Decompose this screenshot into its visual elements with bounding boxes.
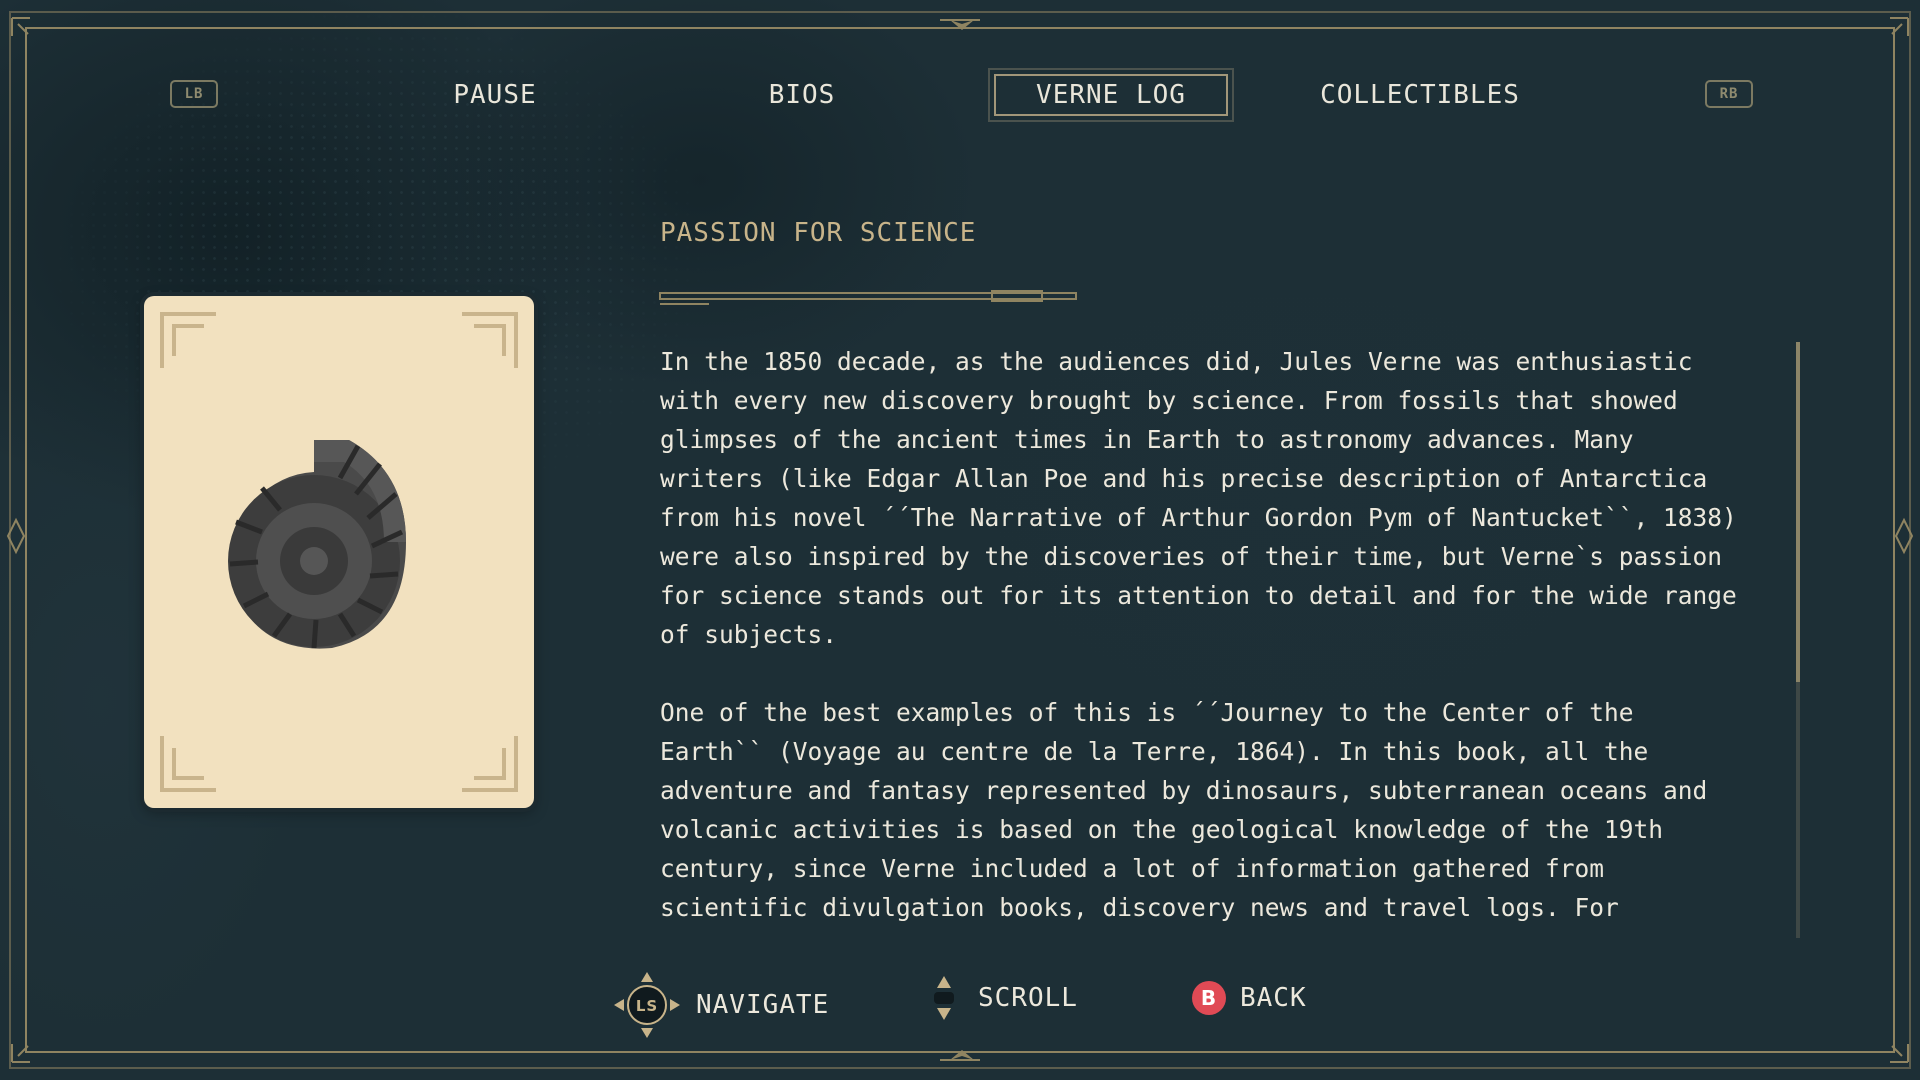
tab-verne-log[interactable]: VERNE LOG — [988, 68, 1234, 122]
card-corner-ornaments — [160, 312, 518, 792]
tab-bios[interactable]: BIOS — [712, 74, 892, 116]
lb-bumper-hint[interactable]: LB — [170, 80, 218, 108]
entry-body: In the 1850 decade, as the audiences did… — [660, 342, 1740, 922]
hint-scroll-label: SCROLL — [978, 983, 1078, 1013]
top-navigation: LB PAUSE BIOS VERNE LOG COLLECTIBLES RB — [0, 0, 1920, 190]
entry-title: PASSION FOR SCIENCE — [660, 218, 977, 248]
ammonite-fossil-icon — [228, 440, 406, 649]
hint-back[interactable]: B BACK — [1192, 970, 1307, 1026]
b-button-icon: B — [1192, 981, 1226, 1015]
hint-navigate-label: NAVIGATE — [696, 990, 830, 1020]
control-hints: LS NAVIGATE SCROLL B BACK — [0, 970, 1920, 1038]
hint-navigate[interactable]: LS NAVIGATE — [612, 970, 829, 1040]
left-stick-label: LS — [636, 997, 658, 1015]
tab-pause[interactable]: PAUSE — [405, 74, 585, 116]
entry-paragraph: One of the best examples of this is ´´Jo… — [660, 698, 1708, 922]
tab-collectibles[interactable]: COLLECTIBLES — [1300, 74, 1540, 116]
hint-scroll[interactable]: SCROLL — [924, 970, 1078, 1026]
entry-image-card — [144, 296, 534, 808]
entry-paragraph: In the 1850 decade, as the audiences did… — [660, 347, 1737, 649]
scrollbar-track[interactable] — [1796, 342, 1800, 938]
right-stick-vertical-icon — [934, 976, 954, 1020]
left-stick-icon: LS — [614, 972, 680, 1038]
title-divider — [659, 290, 1077, 305]
rb-bumper-hint[interactable]: RB — [1705, 80, 1753, 108]
scrollbar-thumb[interactable] — [1796, 342, 1800, 682]
hint-back-label: BACK — [1240, 983, 1307, 1013]
